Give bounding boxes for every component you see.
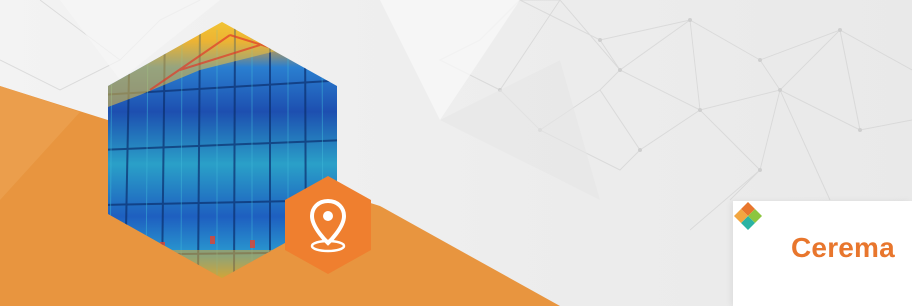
logo-wordmark: Cerema [791, 232, 895, 263]
banner: Cerema [0, 0, 912, 306]
cerema-diamond-icon [734, 202, 762, 230]
logo-card: Cerema [733, 201, 912, 306]
